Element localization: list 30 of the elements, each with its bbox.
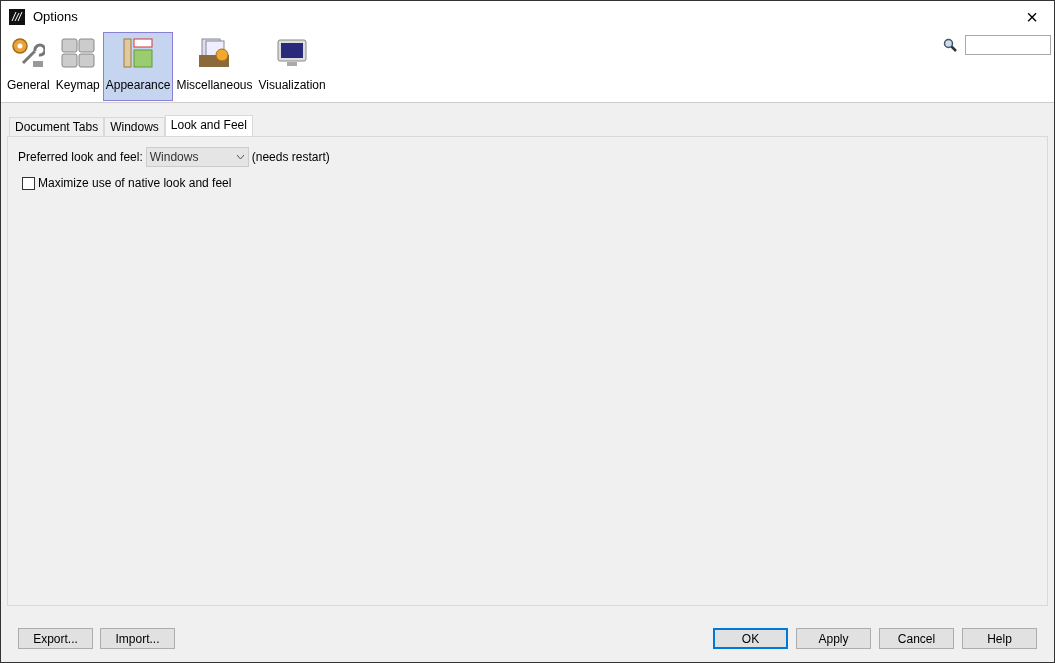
dialog-button[interactable]: Export... bbox=[18, 628, 93, 649]
category-tab[interactable]: Keymap bbox=[52, 32, 103, 101]
folder-gear-icon bbox=[197, 37, 232, 69]
category-tab[interactable]: Visualization bbox=[255, 32, 329, 101]
checkbox-label: Maximize use of native look and feel bbox=[38, 175, 232, 191]
window-title: Options bbox=[33, 7, 78, 26]
dialog-button[interactable]: OK bbox=[713, 628, 788, 649]
gear-wrench-icon bbox=[11, 37, 46, 69]
dialog-button[interactable]: Import... bbox=[100, 628, 175, 649]
tab[interactable]: Look and Feel bbox=[164, 115, 253, 136]
chevron-icon bbox=[235, 154, 245, 160]
close-button[interactable]: × bbox=[1018, 6, 1046, 27]
layout-icon bbox=[121, 37, 156, 69]
checkbox[interactable] bbox=[22, 176, 35, 190]
search-icon bbox=[943, 38, 957, 52]
app-logo-icon bbox=[9, 8, 25, 25]
field-label: Preferred look and feel: bbox=[18, 149, 143, 165]
keyboard-keys-icon bbox=[60, 37, 95, 69]
tab[interactable]: Document Tabs bbox=[9, 117, 105, 136]
category-tab[interactable]: Miscellaneous bbox=[173, 32, 256, 101]
monitor-icon bbox=[275, 37, 310, 69]
category-tab[interactable]: General bbox=[4, 32, 53, 101]
search-field[interactable] bbox=[965, 35, 1051, 55]
look-and-feel-dropdown[interactable]: Windows bbox=[145, 147, 249, 167]
dialog-button[interactable]: Apply bbox=[796, 628, 871, 649]
dialog-button[interactable]: Cancel bbox=[879, 628, 954, 649]
restart-note: (needs restart) bbox=[251, 149, 330, 165]
category-tab[interactable]: Appearance bbox=[102, 32, 174, 101]
tab[interactable]: Windows bbox=[104, 117, 165, 136]
dialog-button[interactable]: Help bbox=[962, 628, 1037, 649]
